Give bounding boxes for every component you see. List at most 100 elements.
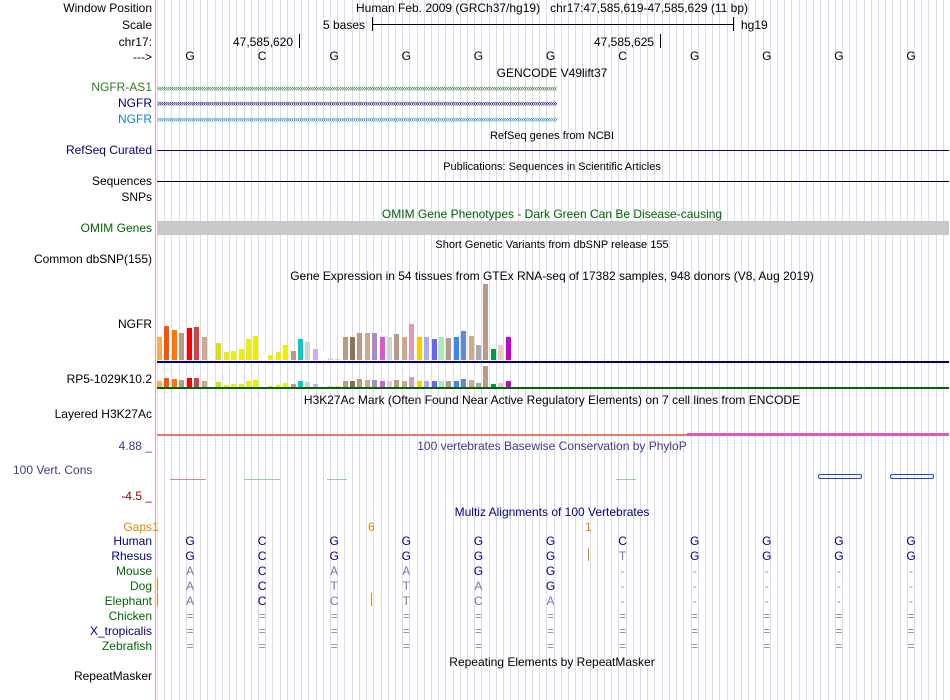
gaps-label[interactable]: Gaps bbox=[123, 520, 152, 534]
gtex-tissue-bar[interactable] bbox=[446, 338, 452, 360]
gtex-tissue-bar[interactable] bbox=[461, 379, 467, 387]
gtex-tissue-bar[interactable] bbox=[372, 333, 378, 360]
gtex-tissue-bar[interactable] bbox=[194, 378, 200, 387]
gtex-tissue-bar[interactable] bbox=[498, 345, 504, 360]
gencode-track-title[interactable]: GENCODE V49lift37 bbox=[497, 66, 608, 80]
gtex-track-title[interactable]: Gene Expression in 54 tissues from GTEx … bbox=[290, 269, 814, 283]
gtex-tissue-bar[interactable] bbox=[164, 326, 170, 360]
gtex-tissue-bar[interactable] bbox=[342, 337, 348, 360]
species-label-human[interactable]: Human bbox=[113, 534, 152, 548]
gtex-tissue-bar[interactable] bbox=[208, 380, 214, 387]
gtex-tissue-bar[interactable] bbox=[364, 380, 370, 387]
sequences-label[interactable]: Sequences bbox=[92, 174, 152, 188]
gtex-tissue-bar[interactable] bbox=[201, 337, 207, 360]
dbsnp-track-title[interactable]: Short Genetic Variants from dbSNP releas… bbox=[435, 238, 668, 252]
gtex-tissue-bar[interactable] bbox=[312, 349, 318, 360]
gtex-tissue-bar[interactable] bbox=[164, 378, 170, 387]
gtex-tissue-bar[interactable] bbox=[246, 339, 252, 360]
omim-track-title[interactable]: OMIM Gene Phenotypes - Dark Green Can Be… bbox=[382, 207, 722, 221]
gtex-tissue-bar[interactable] bbox=[290, 351, 296, 360]
gtex-tissue-bar[interactable] bbox=[357, 333, 363, 360]
gtex-tissue-bar[interactable] bbox=[171, 330, 177, 360]
gene-ngfr-1-strand[interactable]: ››››››››››››››››››››››››››››››››››››››››… bbox=[157, 99, 949, 107]
species-label-x_tropicalis[interactable]: X_tropicalis bbox=[90, 624, 152, 638]
gene-label-ngfr-1[interactable]: NGFR bbox=[118, 96, 152, 110]
omim-bar[interactable] bbox=[157, 221, 949, 235]
gtex-tissue-bar[interactable] bbox=[253, 336, 259, 360]
gtex-tissue-bar[interactable] bbox=[357, 379, 363, 387]
gtex-tissue-bar[interactable] bbox=[349, 337, 355, 360]
publications-track-title[interactable]: Publications: Sequences in Scientific Ar… bbox=[443, 160, 661, 174]
gtex-tissue-bar[interactable] bbox=[208, 336, 214, 360]
phylop-track-title[interactable]: 100 vertebrates Basewise Conservation by… bbox=[417, 439, 686, 453]
gene-label-ngfr-2[interactable]: NGFR bbox=[118, 112, 152, 126]
gene-ngfr-as1-strand[interactable]: ‹‹‹‹‹‹‹‹‹‹‹‹‹‹‹‹‹‹‹‹‹‹‹‹‹‹‹‹‹‹‹‹‹‹‹‹‹‹‹‹… bbox=[157, 84, 949, 92]
rmsk-label[interactable]: RepeatMasker bbox=[74, 669, 152, 683]
gtex-tissue-bar[interactable] bbox=[327, 358, 333, 360]
gtex-tissue-bar[interactable] bbox=[297, 339, 303, 360]
gtex-tissue-bar[interactable] bbox=[364, 333, 370, 360]
dbsnp-label[interactable]: Common dbSNP(155) bbox=[34, 252, 152, 266]
gtex-tissue-bar[interactable] bbox=[468, 380, 474, 387]
gtex-tissue-bar[interactable] bbox=[394, 334, 400, 360]
gtex-tissue-bar[interactable] bbox=[305, 342, 311, 360]
sequences-line[interactable] bbox=[157, 181, 949, 182]
gtex-tissue-bar[interactable] bbox=[223, 352, 229, 360]
gtex-tissue-bar[interactable] bbox=[387, 337, 393, 360]
h3k27ac-label[interactable]: Layered H3K27Ac bbox=[55, 407, 152, 421]
gtex-tissue-bar[interactable] bbox=[157, 337, 162, 360]
gtex-tissue-bar[interactable] bbox=[231, 351, 237, 360]
species-label-elephant[interactable]: Elephant bbox=[105, 594, 152, 608]
gtex-tissue-bar[interactable] bbox=[179, 333, 185, 360]
gtex-tissue-bar[interactable] bbox=[238, 349, 244, 360]
gtex-tissue-bar[interactable] bbox=[379, 337, 385, 360]
species-label-dog[interactable]: Dog bbox=[130, 579, 152, 593]
gtex-tissue-bar[interactable] bbox=[171, 379, 177, 387]
species-label-rhesus[interactable]: Rhesus bbox=[111, 549, 152, 563]
gtex-tissue-bar[interactable] bbox=[253, 380, 259, 387]
gtex-tissue-bar[interactable] bbox=[409, 324, 415, 360]
gtex-tissue-bar[interactable] bbox=[409, 377, 415, 387]
gtex-tissue-bar[interactable] bbox=[453, 337, 459, 360]
gene-ngfr-2-strand[interactable]: ››››››››››››››››››››››››››››››››››››››››… bbox=[157, 115, 949, 123]
gtex-tissue-bar[interactable] bbox=[275, 352, 281, 360]
gtex-tissue-bar[interactable] bbox=[461, 331, 467, 360]
gtex-rp5-barchart[interactable] bbox=[157, 366, 949, 387]
species-label-zebrafish[interactable]: Zebrafish bbox=[102, 639, 152, 653]
gtex-tissue-bar[interactable] bbox=[401, 337, 407, 360]
gtex-tissue-bar[interactable] bbox=[424, 337, 430, 360]
gtex-ngfr-barchart[interactable] bbox=[157, 284, 949, 360]
gtex-tissue-bar[interactable] bbox=[186, 378, 192, 387]
gtex-tissue-bar[interactable] bbox=[483, 284, 489, 360]
gtex-gene-label-ngfr[interactable]: NGFR bbox=[118, 317, 152, 331]
snps-label[interactable]: SNPs bbox=[121, 190, 152, 204]
h3k27ac-track-title[interactable]: H3K27Ac Mark (Often Found Near Active Re… bbox=[304, 393, 800, 407]
gtex-tissue-bar[interactable] bbox=[194, 327, 200, 360]
gtex-tissue-bar[interactable] bbox=[283, 345, 289, 360]
gtex-tissue-bar[interactable] bbox=[216, 343, 222, 360]
gtex-tissue-bar[interactable] bbox=[179, 380, 185, 387]
multiz-track-title[interactable]: Multiz Alignments of 100 Vertebrates bbox=[455, 505, 650, 519]
gtex-tissue-bar[interactable] bbox=[438, 337, 444, 360]
gtex-tissue-bar[interactable] bbox=[335, 359, 341, 360]
gtex-tissue-bar[interactable] bbox=[468, 336, 474, 360]
gtex-tissue-bar[interactable] bbox=[476, 345, 482, 360]
gtex-tissue-bar[interactable] bbox=[505, 337, 511, 360]
gtex-tissue-bar[interactable] bbox=[394, 380, 400, 387]
phylop-label[interactable]: 100 Vert. Cons bbox=[13, 463, 92, 477]
gtex-tissue-bar[interactable] bbox=[320, 351, 326, 360]
gtex-tissue-bar[interactable] bbox=[186, 328, 192, 360]
gene-label-ngfr-as1[interactable]: NGFR-AS1 bbox=[91, 80, 152, 94]
refseq-track-title[interactable]: RefSeq genes from NCBI bbox=[490, 129, 614, 143]
species-label-chicken[interactable]: Chicken bbox=[109, 609, 152, 623]
refseq-label[interactable]: RefSeq Curated bbox=[66, 143, 152, 157]
gtex-tissue-bar[interactable] bbox=[431, 339, 437, 360]
gtex-tissue-bar[interactable] bbox=[416, 337, 422, 360]
species-label-mouse[interactable]: Mouse bbox=[116, 564, 152, 578]
omim-label[interactable]: OMIM Genes bbox=[81, 221, 152, 235]
gtex-tissue-bar[interactable] bbox=[483, 366, 489, 387]
gtex-tissue-bar[interactable] bbox=[490, 349, 496, 360]
gtex-tissue-bar[interactable] bbox=[372, 380, 378, 387]
gtex-tissue-bar[interactable] bbox=[268, 355, 274, 360]
refseq-line[interactable] bbox=[157, 150, 949, 151]
